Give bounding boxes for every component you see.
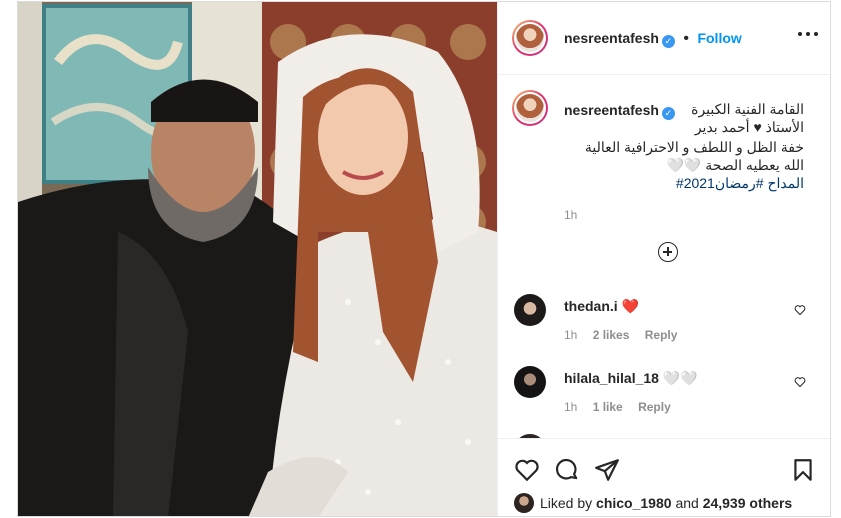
- commenter-avatar[interactable]: [514, 294, 546, 326]
- likes-prefix: Liked by: [540, 495, 593, 511]
- comment-likes[interactable]: 1 like: [593, 400, 623, 414]
- comment-likes[interactable]: 2 likes: [593, 328, 630, 342]
- comment-username[interactable]: hilala_hilal_18: [564, 370, 659, 386]
- comment-username[interactable]: thedan.i: [564, 298, 618, 314]
- comment-text-row: hilala_hilal_18 🤍🤍: [564, 370, 698, 387]
- comment-bubble-icon[interactable]: [554, 457, 580, 483]
- author-username[interactable]: nesreentafesh: [564, 30, 659, 46]
- post-side-panel: nesreentafesh ✓ • Follow nesreentafesh ✓ ا…: [497, 2, 830, 516]
- comment-meta: 1h 2 likes Reply: [564, 328, 689, 342]
- caption-line-1: القامة الفنية الكبيرة الأستاذ ♥ أحمد بدي…: [691, 101, 804, 135]
- author-avatar[interactable]: [512, 20, 548, 56]
- comment-time[interactable]: 1h: [564, 328, 577, 342]
- comment-reply-button[interactable]: Reply: [638, 400, 671, 414]
- like-comment-heart-icon[interactable]: [794, 304, 806, 316]
- caption-hashtags[interactable]: المداح #رمضان2021#: [564, 174, 804, 192]
- caption-text: القامة الفنية الكبيرة الأستاذ ♥ أحمد بدي…: [564, 100, 804, 224]
- post-actions-bar: Liked by chico_1980 and 24,939 others: [498, 438, 830, 516]
- save-bookmark-icon[interactable]: [790, 457, 816, 483]
- post-modal: nesreentafesh ✓ • Follow nesreentafesh ✓ ا…: [17, 1, 831, 517]
- caption-avatar[interactable]: [512, 90, 548, 126]
- comment-text-row: thedan.i ❤️️️: [564, 298, 639, 315]
- comment-item: hilala_hilal_18 🤍🤍 1h 1 like Reply: [498, 366, 830, 436]
- caption-line-2: خفة الظل و اللطف و الاحترافية العالية ال…: [584, 139, 804, 173]
- comment-body: 🤍🤍: [662, 370, 698, 386]
- liker-avatar[interactable]: [514, 493, 534, 513]
- more-options-icon[interactable]: [798, 32, 818, 38]
- likes-and: and: [675, 495, 699, 511]
- post-header: nesreentafesh ✓ • Follow: [498, 2, 830, 75]
- photo-illustration: [18, 2, 497, 516]
- comment-time[interactable]: 1h: [564, 400, 577, 414]
- share-direct-icon[interactable]: [594, 457, 620, 483]
- commenter-avatar[interactable]: [514, 366, 546, 398]
- follow-button[interactable]: Follow: [697, 30, 741, 46]
- load-more-comments-icon[interactable]: [658, 242, 678, 262]
- header-user-row: nesreentafesh ✓ • Follow: [564, 30, 742, 48]
- dot-separator: •: [683, 30, 689, 47]
- comment-meta: 1h 1 like Reply: [564, 400, 683, 414]
- comments-section: nesreentafesh ✓ القامة الفنية الكبيرة الأ…: [498, 74, 830, 438]
- like-heart-icon[interactable]: [514, 457, 540, 483]
- likes-summary: Liked by chico_1980 and 24,939 others: [514, 493, 792, 513]
- liker-username[interactable]: chico_1980: [596, 495, 672, 511]
- comment-reply-button[interactable]: Reply: [645, 328, 678, 342]
- post-photo: [18, 2, 497, 516]
- caption-time[interactable]: 1h: [564, 206, 804, 224]
- like-comment-heart-icon[interactable]: [794, 376, 806, 388]
- likes-others-count[interactable]: 24,939 others: [703, 495, 793, 511]
- comment-body: ❤️️️: [621, 298, 639, 314]
- comment-item: thedan.i ❤️️️ 1h 2 likes Reply: [498, 294, 830, 364]
- verified-badge-icon: ✓: [661, 35, 675, 48]
